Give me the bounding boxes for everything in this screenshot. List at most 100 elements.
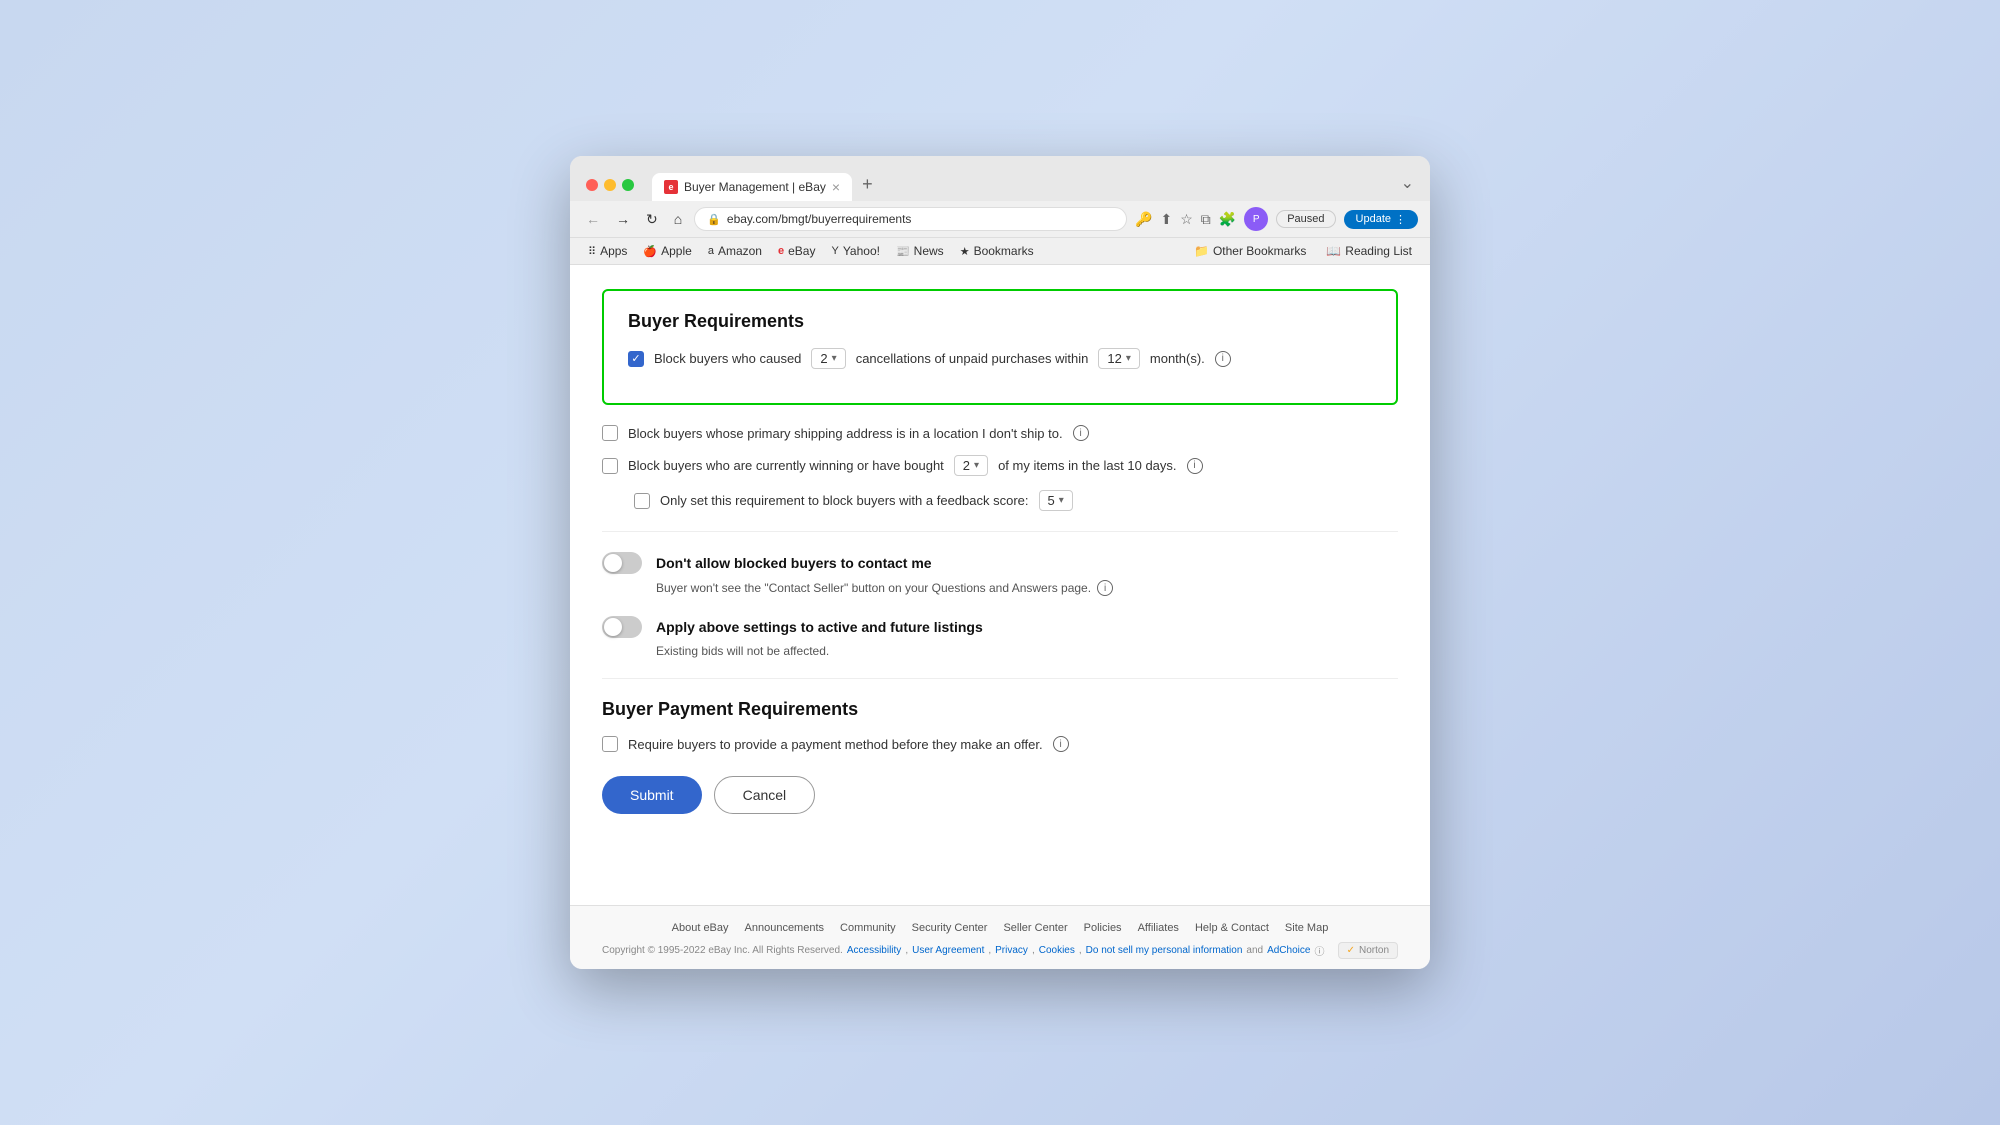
dropdown-items[interactable]: 2 ▾ [954,455,988,476]
requirement-row-3: Block buyers who are currently winning o… [602,455,1398,476]
cookies-link[interactable]: Cookies [1039,945,1075,956]
home-button[interactable]: ⌂ [670,209,686,229]
dropdown-months[interactable]: 12 ▾ [1098,348,1140,369]
cancel-button[interactable]: Cancel [714,776,816,814]
active-tab[interactable]: e Buyer Management | eBay × [652,173,852,201]
bookmarks-yahoo[interactable]: Y Yahoo! [825,242,886,260]
info-icon-row1[interactable]: i [1215,351,1231,367]
checkbox-payment[interactable] [602,736,618,752]
share-icon[interactable]: ⬆ [1160,211,1172,228]
bookmarks-apple[interactable]: 🍎 Apple [637,242,697,260]
reading-list-label: Reading List [1345,244,1412,258]
update-label: Update [1356,213,1391,225]
row1-label-mid: cancellations of unpaid purchases within [856,351,1089,366]
dropdown-feedback[interactable]: 5 ▾ [1039,490,1073,511]
checkbox-row1[interactable] [628,351,644,367]
toggle-contact-sublabel: Buyer won't see the "Contact Seller" but… [656,580,1398,596]
footer-link-sitemap[interactable]: Site Map [1285,922,1328,934]
paused-button[interactable]: Paused [1276,210,1335,228]
checkbox-row3[interactable] [602,458,618,474]
footer-link-policies[interactable]: Policies [1084,922,1122,934]
footer-link-seller[interactable]: Seller Center [1003,922,1067,934]
footer-copyright: Copyright © 1995-2022 eBay Inc. All Righ… [602,942,1398,959]
update-button[interactable]: Update ⋮ [1344,210,1418,229]
info-icon-payment[interactable]: i [1053,736,1069,752]
tab-overview-icon[interactable]: ⧉ [1201,211,1211,228]
toggle-apply-label: Apply above settings to active and futur… [656,619,983,635]
traffic-lights [586,179,634,191]
yahoo-label: Yahoo! [843,244,880,258]
bookmark-icon[interactable]: ☆ [1180,211,1193,228]
toggle-row-1: Don't allow blocked buyers to contact me… [602,552,1398,596]
new-tab-button[interactable]: + [852,168,883,201]
browser-window: e Buyer Management | eBay × + ⌄ ← → ↻ ⌂ … [570,156,1430,969]
reading-list-icon: 📖 [1326,244,1341,258]
toggle-contact[interactable] [602,552,642,574]
profile-avatar[interactable]: P [1244,207,1268,231]
bookmarks-ebay[interactable]: e eBay [772,242,821,260]
row3-label-end: of my items in the last 10 days. [998,458,1176,473]
toggle-apply[interactable] [602,616,642,638]
bookmarks-news[interactable]: 📰 News [890,242,950,260]
row4-label-start: Only set this requirement to block buyer… [660,493,1029,508]
toggle-main-2: Apply above settings to active and futur… [602,616,1398,638]
extensions-icon[interactable]: 🧩 [1219,211,1236,228]
title-bar: e Buyer Management | eBay × + ⌄ [570,156,1430,201]
info-icon-row3[interactable]: i [1187,458,1203,474]
adchoice-link[interactable]: AdChoice [1267,945,1310,956]
address-bar[interactable]: 🔒 ebay.com/bmgt/buyerrequirements [694,207,1127,231]
footer-links: About eBay Announcements Community Secur… [602,922,1398,934]
forward-button[interactable]: → [612,209,634,229]
password-icon[interactable]: 🔑 [1135,211,1152,228]
footer-link-community[interactable]: Community [840,922,896,934]
footer-link-announcements[interactable]: Announcements [745,922,825,934]
back-button[interactable]: ← [582,209,604,229]
submit-button[interactable]: Submit [602,776,702,814]
amazon-label: Amazon [718,244,762,258]
dropdown-months-arrow: ▾ [1126,353,1131,364]
bookmarks-right: 📁 Other Bookmarks 📖 Reading List [1188,242,1418,260]
privacy-link[interactable]: Privacy [995,945,1028,956]
footer-link-about[interactable]: About eBay [672,922,729,934]
footer-link-affiliates[interactable]: Affiliates [1138,922,1179,934]
info-icon-row2[interactable]: i [1073,425,1089,441]
requirement-row-1: Block buyers who caused 2 ▾ cancellation… [628,348,1372,369]
section-divider [602,531,1398,532]
reading-list[interactable]: 📖 Reading List [1320,242,1418,260]
nav-actions: 🔑 ⬆ ☆ ⧉ 🧩 P Paused Update ⋮ [1135,207,1418,231]
tab-close-button[interactable]: × [832,179,840,195]
row2-label: Block buyers whose primary shipping addr… [628,426,1063,441]
do-not-sell-link[interactable]: Do not sell my personal information [1086,945,1243,956]
apple-icon: 🍎 [643,245,657,258]
info-icon-toggle1[interactable]: i [1097,580,1113,596]
adchoice-icon: ⓘ [1314,943,1324,958]
bookmarks-bookmarks[interactable]: ★ Bookmarks [954,242,1040,260]
ebay-label: eBay [788,244,815,258]
bookmarks-apps[interactable]: ⠿ Apps [582,242,633,260]
other-bookmarks[interactable]: 📁 Other Bookmarks [1188,242,1312,260]
close-button[interactable] [586,179,598,191]
bookmarks-amazon[interactable]: a Amazon [702,242,768,260]
tab-bar: e Buyer Management | eBay × + [652,168,1391,201]
minimize-button[interactable] [604,179,616,191]
dropdown-items-value: 2 [963,458,970,473]
window-collapse-button[interactable]: ⌄ [1401,173,1414,197]
refresh-button[interactable]: ↻ [642,209,662,230]
footer-link-help[interactable]: Help & Contact [1195,922,1269,934]
dropdown-cancellations[interactable]: 2 ▾ [811,348,845,369]
user-agreement-link[interactable]: User Agreement [912,945,984,956]
tab-favicon: e [664,180,678,194]
actions-row: Submit Cancel [602,776,1398,814]
row1-label-end: month(s). [1150,351,1205,366]
footer-link-security[interactable]: Security Center [912,922,988,934]
checkbox-row4[interactable] [634,493,650,509]
toggle-contact-label: Don't allow blocked buyers to contact me [656,555,932,571]
page-content: Buyer Requirements Block buyers who caus… [570,265,1430,905]
norton-label: Norton [1359,945,1389,956]
maximize-button[interactable] [622,179,634,191]
checkbox-row2[interactable] [602,425,618,441]
toggle-apply-sublabel: Existing bids will not be affected. [656,644,1398,658]
ebay-icon: e [778,245,784,257]
accessibility-link[interactable]: Accessibility [847,945,901,956]
requirement-row-4: Only set this requirement to block buyer… [634,490,1398,511]
